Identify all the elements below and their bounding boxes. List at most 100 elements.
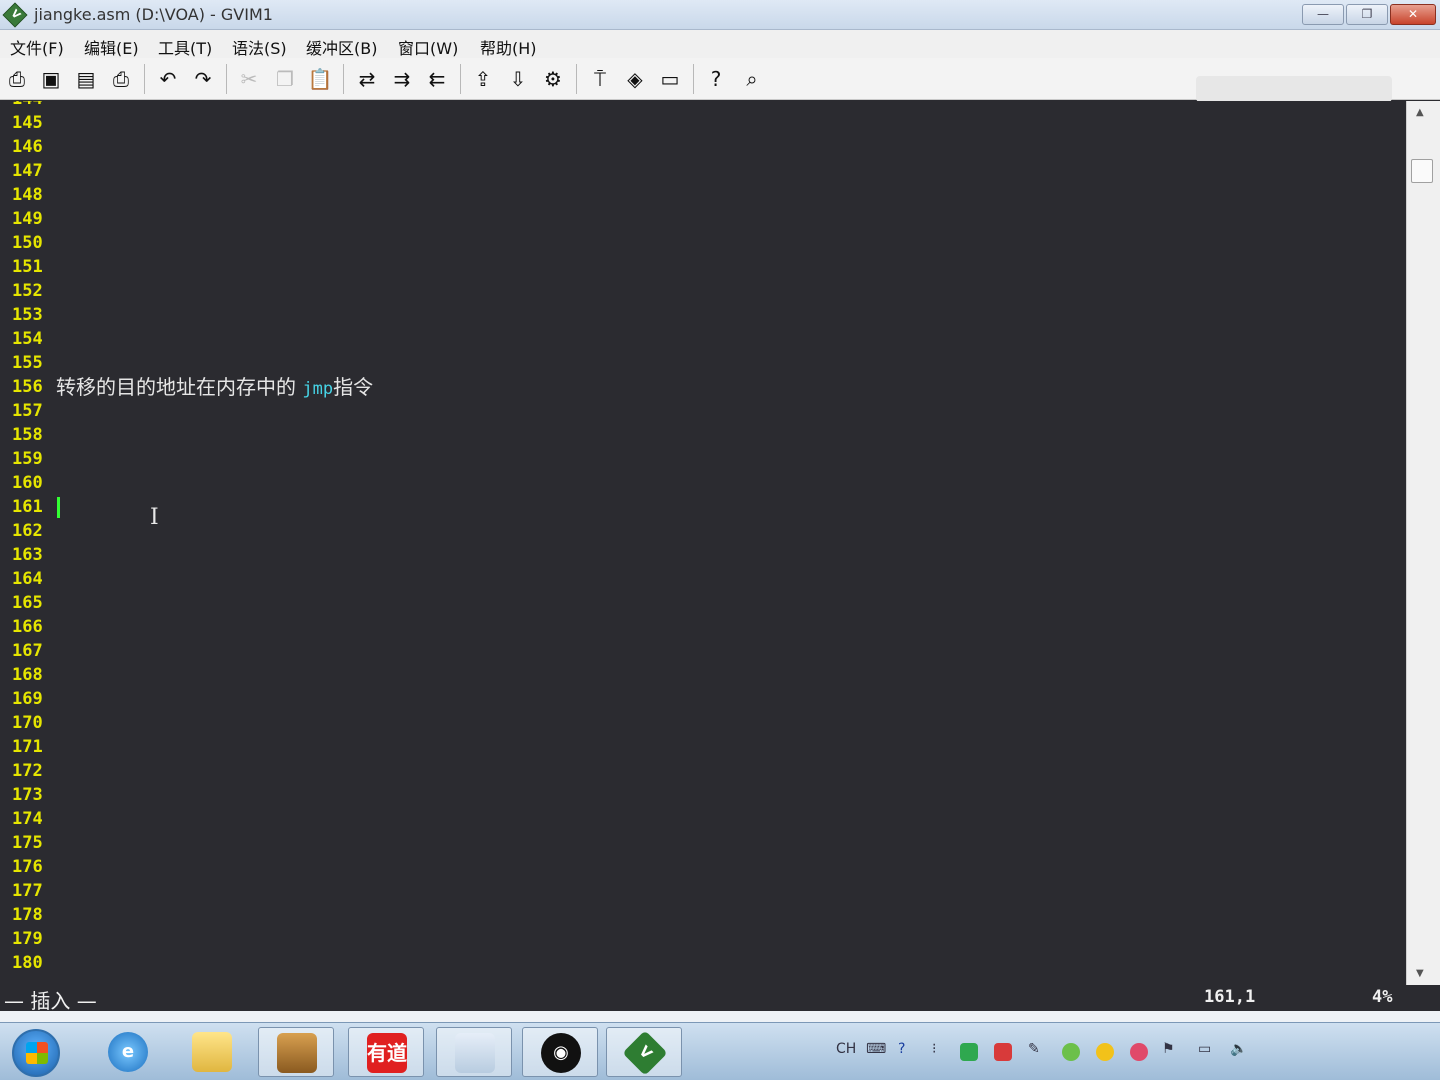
taskbar-gvim[interactable]: V bbox=[606, 1027, 682, 1077]
network-icon[interactable]: ▭ bbox=[1198, 1041, 1211, 1057]
editor-area[interactable]: 144 145 146 147 148 149 150 151 152 153 154 155 156 转… bbox=[0, 101, 1406, 985]
run-script-icon[interactable]: ⚙ bbox=[540, 66, 566, 92]
editor-line[interactable]: 173 bbox=[0, 783, 1406, 807]
editor-line[interactable]: 146 bbox=[0, 135, 1406, 159]
editor-line[interactable]: 176 bbox=[0, 855, 1406, 879]
undo-icon[interactable]: ↶ bbox=[155, 66, 181, 92]
editor-line[interactable]: 168 bbox=[0, 663, 1406, 687]
editor-line[interactable]: 159 bbox=[0, 447, 1406, 471]
line-number: 177 bbox=[12, 881, 43, 901]
editor-line[interactable]: 160 bbox=[0, 471, 1406, 495]
editor-line[interactable]: 155 bbox=[0, 351, 1406, 375]
editor-line[interactable]: 147 bbox=[0, 159, 1406, 183]
editor-line[interactable]: 163 bbox=[0, 543, 1406, 567]
save-all-icon[interactable]: ▤ bbox=[73, 66, 99, 92]
editor-line[interactable]: 171 bbox=[0, 735, 1406, 759]
editor-line[interactable]: 157 bbox=[0, 399, 1406, 423]
menu-syntax[interactable]: 语法(S) bbox=[232, 35, 287, 59]
help-icon[interactable]: ? bbox=[703, 66, 729, 92]
vertical-scrollbar[interactable]: ▲ ▼ bbox=[1406, 101, 1440, 985]
copy-icon[interactable]: ❐ bbox=[272, 66, 298, 92]
editor-line[interactable]: 166 bbox=[0, 615, 1406, 639]
paste-icon[interactable]: 📋 bbox=[307, 66, 333, 92]
language-indicator[interactable]: CH bbox=[836, 1041, 856, 1057]
save-session-icon[interactable]: ⇩ bbox=[505, 66, 531, 92]
tags-icon[interactable]: ▭ bbox=[657, 66, 683, 92]
ibeam-cursor-icon: I bbox=[150, 505, 159, 530]
make-icon[interactable]: ⍑ bbox=[587, 66, 613, 92]
editor-line[interactable]: 151 bbox=[0, 255, 1406, 279]
editor-line[interactable]: 172 bbox=[0, 759, 1406, 783]
redo-icon[interactable]: ↷ bbox=[190, 66, 216, 92]
toolbar-separator bbox=[144, 64, 145, 94]
scroll-down-icon[interactable]: ▼ bbox=[1416, 968, 1424, 979]
save-icon[interactable]: ▣ bbox=[38, 66, 64, 92]
editor-line[interactable]: 149 bbox=[0, 207, 1406, 231]
editor-line[interactable]: 174 bbox=[0, 807, 1406, 831]
plus-tray-icon[interactable] bbox=[1096, 1043, 1114, 1061]
editor-line[interactable]: 154 bbox=[0, 327, 1406, 351]
volume-icon[interactable]: 🔈 bbox=[1230, 1041, 1247, 1057]
start-button[interactable] bbox=[12, 1029, 60, 1077]
menu-bar: 文件(F) 编辑(E) 工具(T) 语法(S) 缓冲区(B) 窗口(W) 帮助(… bbox=[0, 30, 1440, 58]
editor-line[interactable]: 165 bbox=[0, 591, 1406, 615]
replace-icon[interactable]: ⇄ bbox=[354, 66, 380, 92]
editor-line[interactable]: 152 bbox=[0, 279, 1406, 303]
clock[interactable] bbox=[1326, 1031, 1410, 1075]
scroll-up-icon[interactable]: ▲ bbox=[1416, 107, 1424, 118]
editor-line[interactable]: 148 bbox=[0, 183, 1406, 207]
editor-line[interactable]: 156 转移的目的地址在内存中的 jmp指令 bbox=[0, 375, 1406, 399]
editor-line[interactable]: 164 bbox=[0, 567, 1406, 591]
shield-tray-icon[interactable] bbox=[1062, 1043, 1080, 1061]
menu-window[interactable]: 窗口(W) bbox=[398, 35, 458, 59]
editor-line[interactable]: 178 bbox=[0, 903, 1406, 927]
maximize-button[interactable]: ❐ bbox=[1346, 4, 1388, 25]
editor-line[interactable]: 162 bbox=[0, 519, 1406, 543]
menu-help[interactable]: 帮助(H) bbox=[480, 35, 537, 59]
taskbar-obs[interactable]: ◉ bbox=[522, 1027, 598, 1077]
taskbar-explorer[interactable] bbox=[174, 1027, 250, 1077]
network-app-tray-icon[interactable] bbox=[1130, 1043, 1148, 1061]
find-help-icon[interactable]: ⌕ bbox=[739, 66, 765, 92]
taskbar-youdao[interactable]: 有道 bbox=[348, 1027, 424, 1077]
shell-icon[interactable]: ◈ bbox=[622, 66, 648, 92]
cut-icon[interactable]: ✂ bbox=[236, 66, 262, 92]
menu-buffers[interactable]: 缓冲区(B) bbox=[306, 35, 377, 59]
menu-tools[interactable]: 工具(T) bbox=[158, 35, 212, 59]
editor-line[interactable]: 167 bbox=[0, 639, 1406, 663]
editor-line[interactable]: 170 bbox=[0, 711, 1406, 735]
red-tray-icon[interactable] bbox=[994, 1043, 1012, 1061]
open-icon[interactable]: ⎙ bbox=[4, 66, 30, 92]
editor-line[interactable]: 158 bbox=[0, 423, 1406, 447]
settings-tray-icon[interactable]: ⁝ bbox=[932, 1041, 936, 1057]
menu-edit[interactable]: 编辑(E) bbox=[84, 35, 139, 59]
menu-file[interactable]: 文件(F) bbox=[10, 35, 64, 59]
print-icon[interactable]: ⎙ bbox=[108, 66, 134, 92]
editor-line[interactable]: 161 bbox=[0, 495, 1406, 519]
minimize-button[interactable]: — bbox=[1302, 4, 1344, 25]
editor-line[interactable]: 145 bbox=[0, 111, 1406, 135]
editor-line[interactable]: 150 bbox=[0, 231, 1406, 255]
close-button[interactable]: ✕ bbox=[1390, 4, 1436, 25]
green-tray-icon[interactable] bbox=[960, 1043, 978, 1061]
editor-line[interactable]: 169 bbox=[0, 687, 1406, 711]
load-session-icon[interactable]: ⇪ bbox=[470, 66, 496, 92]
editor-line[interactable]: 177 bbox=[0, 879, 1406, 903]
find-prev-icon[interactable]: ⇇ bbox=[424, 66, 450, 92]
editor-line[interactable]: 180 bbox=[0, 951, 1406, 975]
editor-line[interactable]: 153 bbox=[0, 303, 1406, 327]
line-number: 163 bbox=[12, 545, 43, 565]
editor-line[interactable]: 175 bbox=[0, 831, 1406, 855]
taskbar-masm[interactable] bbox=[258, 1027, 334, 1077]
flag-icon[interactable]: ⚑ bbox=[1162, 1041, 1175, 1057]
pen-tray-icon[interactable]: ✎ bbox=[1028, 1041, 1040, 1057]
editor-line[interactable]: 144 bbox=[0, 101, 1406, 111]
help-tray-icon[interactable]: ? bbox=[898, 1041, 905, 1057]
find-next-icon[interactable]: ⇉ bbox=[389, 66, 415, 92]
scroll-thumb[interactable] bbox=[1411, 159, 1433, 183]
taskbar-ie[interactable]: e bbox=[90, 1027, 166, 1077]
taskbar-window[interactable] bbox=[436, 1027, 512, 1077]
line-number: 157 bbox=[12, 401, 43, 421]
keyboard-icon[interactable]: ⌨ bbox=[866, 1041, 886, 1057]
editor-line[interactable]: 179 bbox=[0, 927, 1406, 951]
